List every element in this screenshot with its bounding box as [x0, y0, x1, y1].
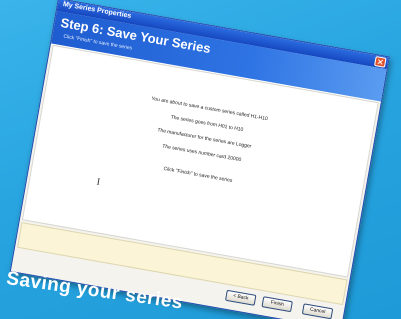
dialog-tilt-wrapper: My Series Properties Step 6: Save Your S…: [9, 0, 390, 319]
text-cursor-icon: I: [95, 176, 101, 189]
summary-line-manufacturer: The manufacturer for the series are Logg…: [156, 127, 252, 150]
summary-line-range: The series goes from H01 to H10: [170, 114, 244, 134]
cancel-button[interactable]: Cancel: [301, 303, 334, 319]
series-properties-dialog: My Series Properties Step 6: Save Your S…: [9, 0, 390, 319]
back-button[interactable]: < Back: [224, 289, 257, 306]
close-icon[interactable]: [374, 56, 387, 68]
finish-button[interactable]: Finish: [261, 296, 293, 313]
